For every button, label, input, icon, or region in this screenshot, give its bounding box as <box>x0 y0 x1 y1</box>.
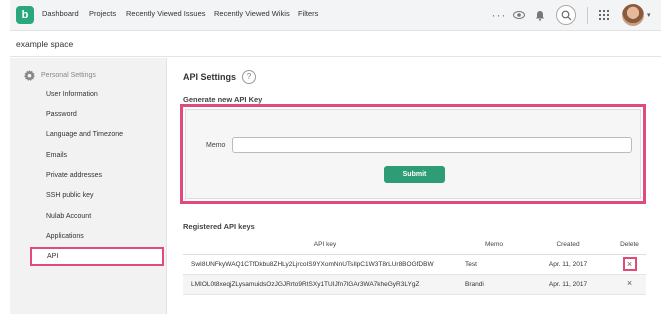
sidebar-item-emails[interactable]: Emails <box>46 152 67 159</box>
column-header-created: Created <box>523 236 613 255</box>
generate-key-heading: Generate new API Key <box>183 95 263 104</box>
sidebar-item-applications[interactable]: Applications <box>46 233 84 240</box>
nav-filters[interactable]: Filters <box>298 9 318 18</box>
ellipsis-icon[interactable]: ··· <box>490 6 508 24</box>
sidebar-item-private-addresses[interactable]: Private addresses <box>46 172 102 179</box>
page-title: API Settings ? <box>183 70 257 84</box>
sidebar-item-password[interactable]: Password <box>46 111 77 118</box>
top-navigation-bar: b Dashboard Projects Recently Viewed Iss… <box>10 0 661 31</box>
backlog-logo[interactable]: b <box>16 6 34 24</box>
sidebar-item-ssh-public-key[interactable]: SSH public key <box>46 192 93 199</box>
memo-cell: Test <box>459 254 523 275</box>
chevron-down-icon[interactable]: ▾ <box>647 11 651 19</box>
api-key-cell: LMIOL0t8xeqjZLysamuidsOzJGJRrto9RtSXy1TU… <box>183 274 459 295</box>
table-row: SwI8UNFkyWAQ1CTfDkbu8ZHLy2LjrcoIS9YXomNn… <box>183 254 646 275</box>
sidebar-item-api[interactable]: API <box>30 247 164 266</box>
sidebar-heading-label: Personal Settings <box>41 72 96 79</box>
table-header-row: API key Memo Created Delete <box>183 236 646 255</box>
sidebar-item-nulab-account[interactable]: Nulab Account <box>46 213 91 220</box>
sidebar-item-user-information[interactable]: User Information <box>46 91 98 98</box>
nav-dashboard[interactable]: Dashboard <box>42 9 79 18</box>
main-content: API Settings ? Generate new API Key Memo… <box>168 58 661 314</box>
memo-cell: Brandi <box>459 274 523 295</box>
submit-button[interactable]: Submit <box>384 166 445 183</box>
api-key-cell: SwI8UNFkyWAQ1CTfDkbu8ZHLy2LjrcoIS9YXomNn… <box>183 254 459 275</box>
eye-icon[interactable] <box>510 6 528 24</box>
memo-input[interactable] <box>232 137 632 153</box>
space-header: example space <box>10 31 661 57</box>
nav-recent-wikis[interactable]: Recently Viewed Wikis <box>214 9 290 18</box>
nav-projects[interactable]: Projects <box>89 9 116 18</box>
column-header-delete: Delete <box>613 236 646 255</box>
sidebar-item-language-timezone[interactable]: Language and Timezone <box>46 131 123 138</box>
created-cell: Apr. 11, 2017 <box>523 274 613 295</box>
generate-key-form: Memo Submit <box>185 109 641 199</box>
delete-cell: × <box>613 254 646 275</box>
space-title[interactable]: example space <box>16 39 73 49</box>
column-header-memo: Memo <box>459 236 523 255</box>
help-icon[interactable]: ? <box>242 70 257 84</box>
column-header-api-key: API key <box>183 236 459 255</box>
gear-icon <box>24 70 35 81</box>
created-cell: Apr. 11, 2017 <box>523 254 613 275</box>
page-title-label: API Settings <box>183 72 237 82</box>
user-avatar[interactable] <box>622 4 644 26</box>
table-row: LMIOL0t8xeqjZLysamuidsOzJGJRrto9RtSXy1TU… <box>183 274 646 295</box>
delete-icon[interactable]: × <box>623 277 637 291</box>
memo-label: Memo <box>206 142 226 149</box>
search-icon[interactable] <box>556 5 576 25</box>
generate-key-panel: Memo Submit <box>180 104 646 204</box>
grid-icon[interactable] <box>595 6 613 24</box>
nav-divider <box>587 7 588 24</box>
nav-recent-issues[interactable]: Recently Viewed Issues <box>126 9 206 18</box>
sidebar-heading: Personal Settings <box>24 70 96 81</box>
api-keys-table: API key Memo Created Delete SwI8UNFkyWAQ… <box>183 236 646 295</box>
delete-cell: × <box>613 274 646 295</box>
registered-keys-heading: Registered API keys <box>183 222 255 231</box>
settings-sidebar: Personal Settings User Information Passw… <box>10 58 167 314</box>
bell-icon[interactable] <box>531 6 549 24</box>
delete-icon[interactable]: × <box>622 257 637 271</box>
